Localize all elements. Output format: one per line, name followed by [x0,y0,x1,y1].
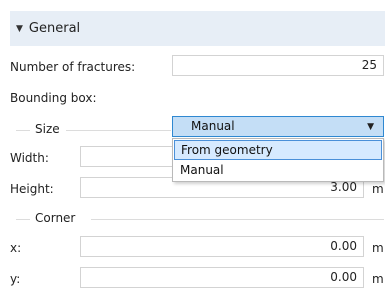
height-label: Height: [10,182,54,196]
corner-group-title: Corner [35,211,76,225]
collapse-triangle-icon[interactable]: ▼ [16,24,23,34]
dropdown-option-manual[interactable]: Manual [174,161,382,181]
bounding-box-selected-value: Manual [191,119,235,133]
size-group-title: Size [35,122,60,136]
corner-group-line-left [16,219,30,220]
width-label: Width: [10,151,49,165]
number-of-fractures-label: Number of fractures: [10,60,136,74]
x-unit: m [372,241,384,255]
bounding-box-dropdown-list: From geometry Manual [172,138,384,182]
number-of-fractures-input[interactable]: 25 [172,55,384,76]
corner-group-line-right [91,219,384,220]
section-title: General [28,21,81,36]
y-unit: m [372,272,384,286]
bounding-box-label: Bounding box: [10,91,97,105]
chevron-down-icon[interactable]: ▼ [367,118,374,137]
section-header-general[interactable]: ▼ General [10,11,385,46]
bounding-box-select[interactable]: Manual ▼ [172,116,384,137]
x-input[interactable]: 0.00 [80,236,364,257]
size-group-line-right [66,130,171,131]
height-unit: m [372,182,384,196]
dropdown-option-from-geometry[interactable]: From geometry [174,140,382,160]
size-group-line-left [16,130,30,131]
y-input[interactable]: 0.00 [80,267,364,288]
y-label: y: [10,272,21,286]
x-label: x: [10,241,22,255]
